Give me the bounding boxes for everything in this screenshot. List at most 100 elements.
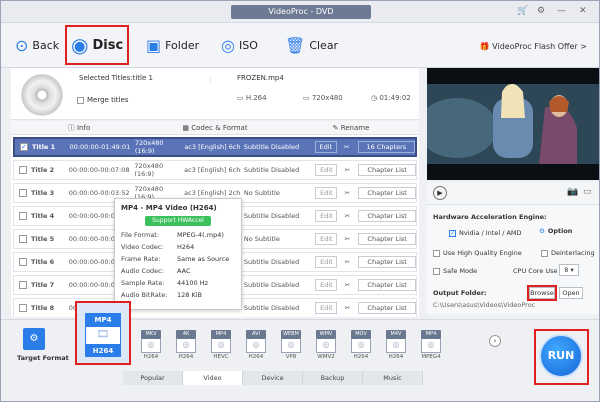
back-arrow-icon: ⊙ xyxy=(15,35,29,55)
option-button[interactable]: ⚙ Option xyxy=(539,227,572,235)
trash-icon: 🗑 xyxy=(285,35,306,55)
chapter-list-button[interactable]: Chapter List xyxy=(358,256,416,268)
tab-popular[interactable]: Popular xyxy=(123,371,183,385)
cpu-core-label: CPU Core Use xyxy=(513,267,558,275)
format-tile[interactable]: MOV ◎ H264 xyxy=(347,330,375,362)
disc-button[interactable]: ◉ Disc xyxy=(64,25,130,65)
cart-icon[interactable]: 🛒 xyxy=(517,6,528,16)
folder-button[interactable]: ▣ Folder xyxy=(146,31,199,59)
chapter-list-button[interactable]: Chapter List xyxy=(358,233,416,245)
format-tile[interactable]: MP4 ◎ HEVC xyxy=(207,330,235,362)
browse-button[interactable]: Browse xyxy=(527,285,557,301)
title-audio[interactable]: ac3 [English] 6ch xyxy=(184,166,244,174)
scissors-icon[interactable]: ✂ xyxy=(340,189,354,197)
edit-button[interactable]: Edit xyxy=(315,164,338,176)
format-tile[interactable]: WEBM ◎ VP8 xyxy=(277,330,305,362)
edit-button[interactable]: Edit xyxy=(315,279,338,291)
title-checkbox[interactable]: ✓ xyxy=(20,143,28,151)
chapter-list-button[interactable]: 16 Chapters xyxy=(357,141,416,153)
format-tile[interactable]: AVI ◎ H264 xyxy=(242,330,270,362)
title-row[interactable]: Title 2 00:00:00-00:07:08 720x480 (16:9) ac… xyxy=(13,160,417,180)
title-audio[interactable]: ac3 [English] 2ch xyxy=(184,189,244,197)
open-button[interactable]: Open xyxy=(559,287,583,299)
title-subtitle[interactable]: Subtitle Disabled xyxy=(244,143,315,151)
minimize-icon[interactable]: — xyxy=(557,6,566,16)
title-name: Title 5 xyxy=(30,235,55,243)
format-tile[interactable]: 4K ◎ H264 xyxy=(172,330,200,362)
title-checkbox[interactable] xyxy=(19,281,27,289)
title-subtitle[interactable]: Subtitle Disabled xyxy=(244,212,316,220)
chapter-list-button[interactable]: Chapter List xyxy=(358,164,416,176)
format-container: MP4 xyxy=(211,330,231,339)
title-subtitle[interactable]: Subtitle Disabled xyxy=(244,304,316,312)
title-subtitle[interactable]: Subtitle Disabled xyxy=(244,166,316,174)
gear-icon[interactable]: ⚙ xyxy=(537,6,545,16)
clear-button[interactable]: 🗑 Clear xyxy=(285,31,338,59)
tab-music[interactable]: Music xyxy=(363,371,423,385)
cpu-core-select[interactable]: 8 ▾ xyxy=(559,264,579,276)
title-checkbox[interactable] xyxy=(19,189,27,197)
tab-device[interactable]: Device xyxy=(243,371,303,385)
safe-mode-checkbox[interactable]: Safe Mode xyxy=(433,267,477,275)
scissors-icon[interactable]: ✂ xyxy=(340,166,354,174)
format-tile[interactable]: M4V ◎ H264 xyxy=(382,330,410,362)
scissors-icon[interactable]: ✂ xyxy=(340,258,354,266)
edit-button[interactable]: Edit xyxy=(314,141,337,153)
deinterlacing-checkbox[interactable]: Deinterlacing xyxy=(541,249,595,257)
scissors-icon[interactable]: ✂ xyxy=(340,281,354,289)
format-tile[interactable]: MKV ◎ H264 xyxy=(137,330,165,362)
hw-engine-checkbox[interactable]: ✓ Nvidia / Intel / AMD xyxy=(449,229,522,237)
title-subtitle[interactable]: Subtitle Disabled xyxy=(244,281,316,289)
title-row[interactable]: ✓ Title 1 00:00:00-01:49:01 720x480 (16:9) a… xyxy=(13,137,417,157)
folder-icon[interactable]: ▭ xyxy=(583,187,592,197)
edit-button[interactable]: Edit xyxy=(315,256,338,268)
chapter-list-button[interactable]: Chapter List xyxy=(358,302,416,314)
next-formats-icon[interactable]: › xyxy=(489,335,501,347)
title-name: Title 4 xyxy=(30,212,55,220)
scissors-icon[interactable]: ✂ xyxy=(340,235,354,243)
selected-format-tile[interactable]: MP4 🎞 H264 xyxy=(75,301,131,365)
close-icon[interactable]: ✕ xyxy=(579,6,587,16)
format-tile[interactable]: WMV ◎ WMV2 xyxy=(312,330,340,362)
title-subtitle[interactable]: No Subtitle xyxy=(244,235,316,243)
title-checkbox[interactable] xyxy=(19,304,27,312)
hwaccel-badge: Support HWAccel xyxy=(145,216,211,226)
high-quality-checkbox[interactable]: Use High Quality Engine xyxy=(433,249,522,257)
edit-button[interactable]: Edit xyxy=(315,302,338,314)
run-button[interactable]: RUN xyxy=(539,334,583,378)
play-icon[interactable]: ▶ xyxy=(433,186,447,200)
format-container: MP4 xyxy=(421,330,441,339)
tab-info[interactable]: ⓘ Info xyxy=(11,121,147,134)
title-subtitle[interactable]: No Subtitle xyxy=(244,189,316,197)
back-button[interactable]: ⊙ Back xyxy=(15,31,59,59)
video-controls: ▶ 📷 ▭ xyxy=(427,182,599,204)
title-subtitle[interactable]: Subtitle Disabled xyxy=(244,258,316,266)
title-checkbox[interactable] xyxy=(19,166,27,174)
merge-titles-checkbox[interactable]: Merge titles xyxy=(77,96,128,104)
chapter-list-button[interactable]: Chapter List xyxy=(358,279,416,291)
edit-button[interactable]: Edit xyxy=(315,210,338,222)
tab-backup[interactable]: Backup xyxy=(303,371,363,385)
chapter-list-button[interactable]: Chapter List xyxy=(358,187,416,199)
title-checkbox[interactable] xyxy=(19,258,27,266)
tab-rename[interactable]: ✎ Rename xyxy=(283,121,419,134)
title-name: Title 8 xyxy=(30,304,55,312)
title-checkbox[interactable] xyxy=(19,212,27,220)
popup-key: Sample Rate: xyxy=(121,279,165,287)
title-audio[interactable]: ac3 [English] 6ch xyxy=(184,143,243,151)
scissors-icon[interactable]: ✂ xyxy=(340,143,354,151)
tab-video[interactable]: Video xyxy=(183,371,243,385)
scissors-icon[interactable]: ✂ xyxy=(340,212,354,220)
format-tile[interactable]: MP4 ◎ MPEG4 xyxy=(417,330,445,362)
format-codec: H264 xyxy=(388,354,404,360)
flash-offer-link[interactable]: 🎁 VideoProc Flash Offer > xyxy=(480,42,587,51)
scissors-icon[interactable]: ✂ xyxy=(340,304,354,312)
chapter-list-button[interactable]: Chapter List xyxy=(358,210,416,222)
edit-button[interactable]: Edit xyxy=(315,187,338,199)
camera-icon[interactable]: 📷 xyxy=(567,187,578,197)
iso-button[interactable]: ◎ ISO xyxy=(221,31,258,59)
tab-codec-format[interactable]: ▦ Codec & Format xyxy=(147,121,283,134)
film-icon: ◎ xyxy=(421,339,441,353)
title-checkbox[interactable] xyxy=(19,235,27,243)
edit-button[interactable]: Edit xyxy=(315,233,338,245)
